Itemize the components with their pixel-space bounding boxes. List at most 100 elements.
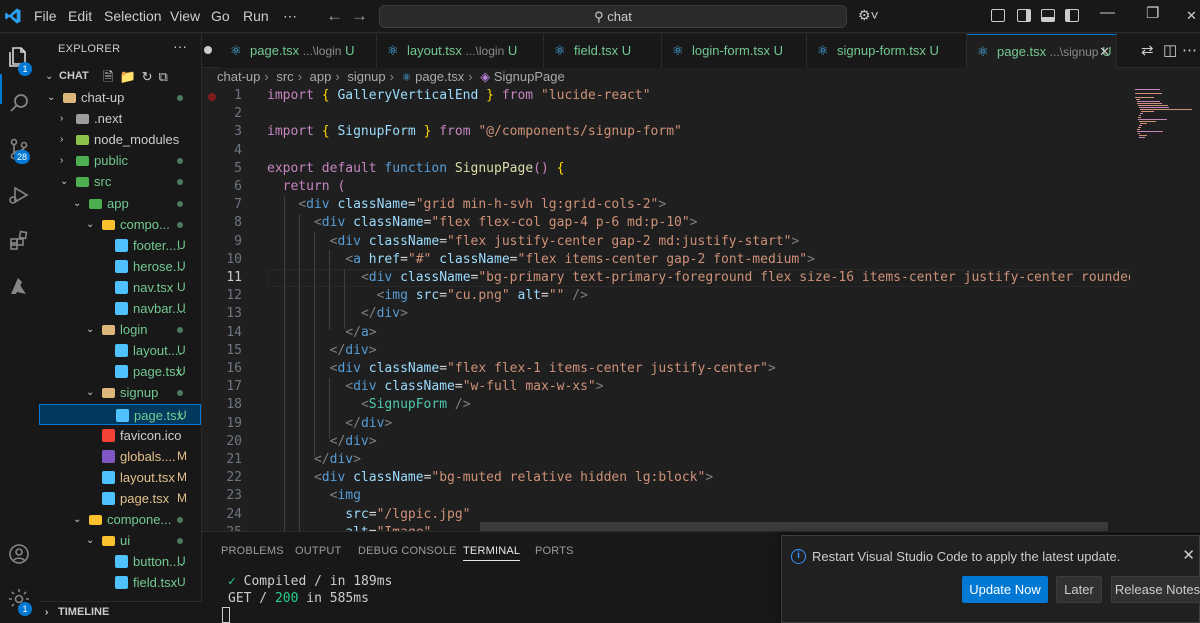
editor-tab[interactable]: ⚛ page.tsx ...\login U: [220, 34, 377, 68]
tree-file[interactable]: field.tsx U: [39, 572, 201, 593]
code-line[interactable]: 5 export default function SignupPage() {: [202, 160, 1130, 178]
menu-selection[interactable]: Selection: [104, 0, 162, 33]
copilot-icon[interactable]: ⚙˅: [858, 7, 879, 24]
tree-folder[interactable]: › node_modules: [39, 129, 201, 150]
tree-file[interactable]: layout.tsx M: [39, 467, 201, 488]
tree-folder[interactable]: ⌄ login: [39, 319, 201, 340]
menu-file[interactable]: File: [34, 0, 57, 33]
minimap[interactable]: [1130, 86, 1200, 531]
tab-terminal[interactable]: TERMINAL: [463, 545, 521, 561]
later-button[interactable]: Later: [1056, 576, 1102, 603]
menu-view[interactable]: View: [170, 0, 200, 33]
code-line[interactable]: 13 </div>: [202, 305, 1130, 323]
command-center-search[interactable]: ⚲ chat: [379, 5, 847, 28]
breadcrumb-item[interactable]: page.tsx: [415, 69, 464, 84]
tab-output[interactable]: OUTPUT: [295, 545, 341, 557]
code-line[interactable]: 3 import { SignupForm } from "@/component…: [202, 123, 1130, 141]
tree-file[interactable]: navbar.... U: [39, 298, 201, 319]
editor-tab[interactable]: ⚛ signup-form.tsx U: [807, 34, 967, 68]
code-line[interactable]: 14 </a>: [202, 324, 1130, 342]
explorer-root-header[interactable]: ⌄ CHAT 🗎📁↻⧉: [39, 66, 201, 87]
tab-debug-console[interactable]: DEBUG CONSOLE: [358, 545, 457, 557]
close-window-icon[interactable]: ✕: [1186, 8, 1197, 24]
tree-folder[interactable]: ⌄ compo...: [39, 214, 201, 235]
tree-folder[interactable]: ⌄ src: [39, 171, 201, 192]
back-arrow-icon[interactable]: ←: [326, 6, 343, 26]
code-line[interactable]: 8 <div className="flex flex-col gap-4 p-…: [202, 214, 1130, 232]
code-line[interactable]: 19 </div>: [202, 415, 1130, 433]
manage-gear-icon[interactable]: 1: [4, 584, 34, 616]
code-line[interactable]: 22 <div className="bg-muted relative hid…: [202, 469, 1130, 487]
minimize-icon[interactable]: —: [1100, 4, 1115, 21]
code-line[interactable]: 16 <div className="flex flex-1 items-cen…: [202, 360, 1130, 378]
more-actions-icon[interactable]: ⋯: [1182, 41, 1197, 59]
code-line[interactable]: 11 <div className="bg-primary text-prima…: [202, 269, 1130, 287]
code-line[interactable]: 9 <div className="flex justify-center ga…: [202, 233, 1130, 251]
code-line[interactable]: 1 import { GalleryVerticalEnd } from "luc…: [202, 87, 1130, 105]
restore-icon[interactable]: ❐: [1146, 4, 1159, 22]
release-notes-button[interactable]: Release Notes: [1111, 576, 1200, 603]
editor-tab[interactable]: ⚛ field.tsx U: [544, 34, 662, 68]
explorer-more-icon[interactable]: ···: [173, 38, 187, 54]
code-line[interactable]: 2: [202, 105, 1130, 123]
tree-file[interactable]: footer.... U: [39, 235, 201, 256]
terminal-cursor[interactable]: [222, 607, 230, 623]
tree-folder[interactable]: ⌄ signup: [39, 382, 201, 403]
code-editor[interactable]: 1 import { GalleryVerticalEnd } from "luc…: [202, 86, 1130, 531]
explorer-icon[interactable]: 1: [4, 42, 34, 76]
open-changes-icon[interactable]: ⇄: [1141, 41, 1154, 59]
tab-problems[interactable]: PROBLEMS: [221, 545, 284, 557]
code-line[interactable]: 6 return (: [202, 178, 1130, 196]
tab-ports[interactable]: PORTS: [535, 545, 574, 557]
tree-folder[interactable]: ⌄ ui: [39, 530, 201, 551]
tree-file[interactable]: herose... U: [39, 256, 201, 277]
code-line[interactable]: 17 <div className="w-full max-w-xs">: [202, 378, 1130, 396]
breadcrumb-item[interactable]: app: [310, 69, 332, 84]
code-line[interactable]: 18 <SignupForm />: [202, 396, 1130, 414]
editor-tab[interactable]: ⚛ login-form.tsx U: [662, 34, 807, 68]
tree-file[interactable]: globals.... M: [39, 446, 201, 467]
menu-more[interactable]: ⋯: [283, 0, 297, 33]
toggle-primary-sidebar-icon[interactable]: [1017, 9, 1031, 22]
search-view-icon[interactable]: [4, 88, 34, 118]
code-line[interactable]: 12 <img src="cu.png" alt="" />: [202, 287, 1130, 305]
tree-file[interactable]: favicon.ico: [39, 425, 201, 446]
forward-arrow-icon[interactable]: →: [351, 6, 368, 26]
tree-file[interactable]: page.tsx U: [39, 403, 201, 425]
code-line[interactable]: 23 <img: [202, 487, 1130, 505]
extensions-icon[interactable]: [4, 226, 34, 256]
accounts-icon[interactable]: [4, 539, 34, 569]
timeline-section[interactable]: › TIMELINE: [39, 601, 202, 623]
tree-folder[interactable]: ⌄ chat-up: [39, 87, 201, 108]
run-debug-icon[interactable]: [4, 180, 34, 210]
horizontal-scrollbar[interactable]: [480, 522, 1108, 531]
breadcrumb-item[interactable]: src: [276, 69, 293, 84]
breadcrumb-item[interactable]: signup: [347, 69, 385, 84]
toggle-panel-icon[interactable]: [1041, 9, 1055, 22]
editor-tab[interactable]: ⚛ layout.tsx ...\login U: [377, 34, 544, 68]
tree-file[interactable]: page.tsx U: [39, 361, 201, 382]
code-line[interactable]: 20 </div>: [202, 433, 1130, 451]
tree-folder[interactable]: › public: [39, 150, 201, 171]
source-control-icon[interactable]: 28: [4, 134, 34, 164]
code-line[interactable]: 10 <a href="#" className="flex items-cen…: [202, 251, 1130, 269]
tree-file[interactable]: page.tsx M: [39, 488, 201, 509]
split-editor-icon[interactable]: ◫: [1163, 41, 1177, 59]
tree-file[interactable]: nav.tsx U: [39, 277, 201, 298]
customize-layout-icon[interactable]: [991, 9, 1005, 22]
toggle-secondary-sidebar-icon[interactable]: [1065, 9, 1079, 22]
menu-run[interactable]: Run: [243, 0, 269, 33]
code-line[interactable]: 21 </div>: [202, 451, 1130, 469]
tree-folder[interactable]: ⌄ app: [39, 193, 201, 214]
azure-icon[interactable]: [4, 272, 34, 302]
code-line[interactable]: 4: [202, 142, 1130, 160]
tree-folder[interactable]: ⌄ compone...: [39, 509, 201, 530]
menu-edit[interactable]: Edit: [68, 0, 92, 33]
editor-tab[interactable]: ⚛ page.tsx ...\signup U ✕: [967, 34, 1117, 68]
tree-file[interactable]: layout.... U: [39, 340, 201, 361]
breadcrumb-symbol[interactable]: SignupPage: [494, 69, 565, 84]
explorer-actions-icons[interactable]: 🗎📁↻⧉: [103, 66, 174, 87]
tree-folder[interactable]: › .next: [39, 108, 201, 129]
menu-go[interactable]: Go: [211, 0, 230, 33]
tree-file[interactable]: button.... U: [39, 551, 201, 572]
